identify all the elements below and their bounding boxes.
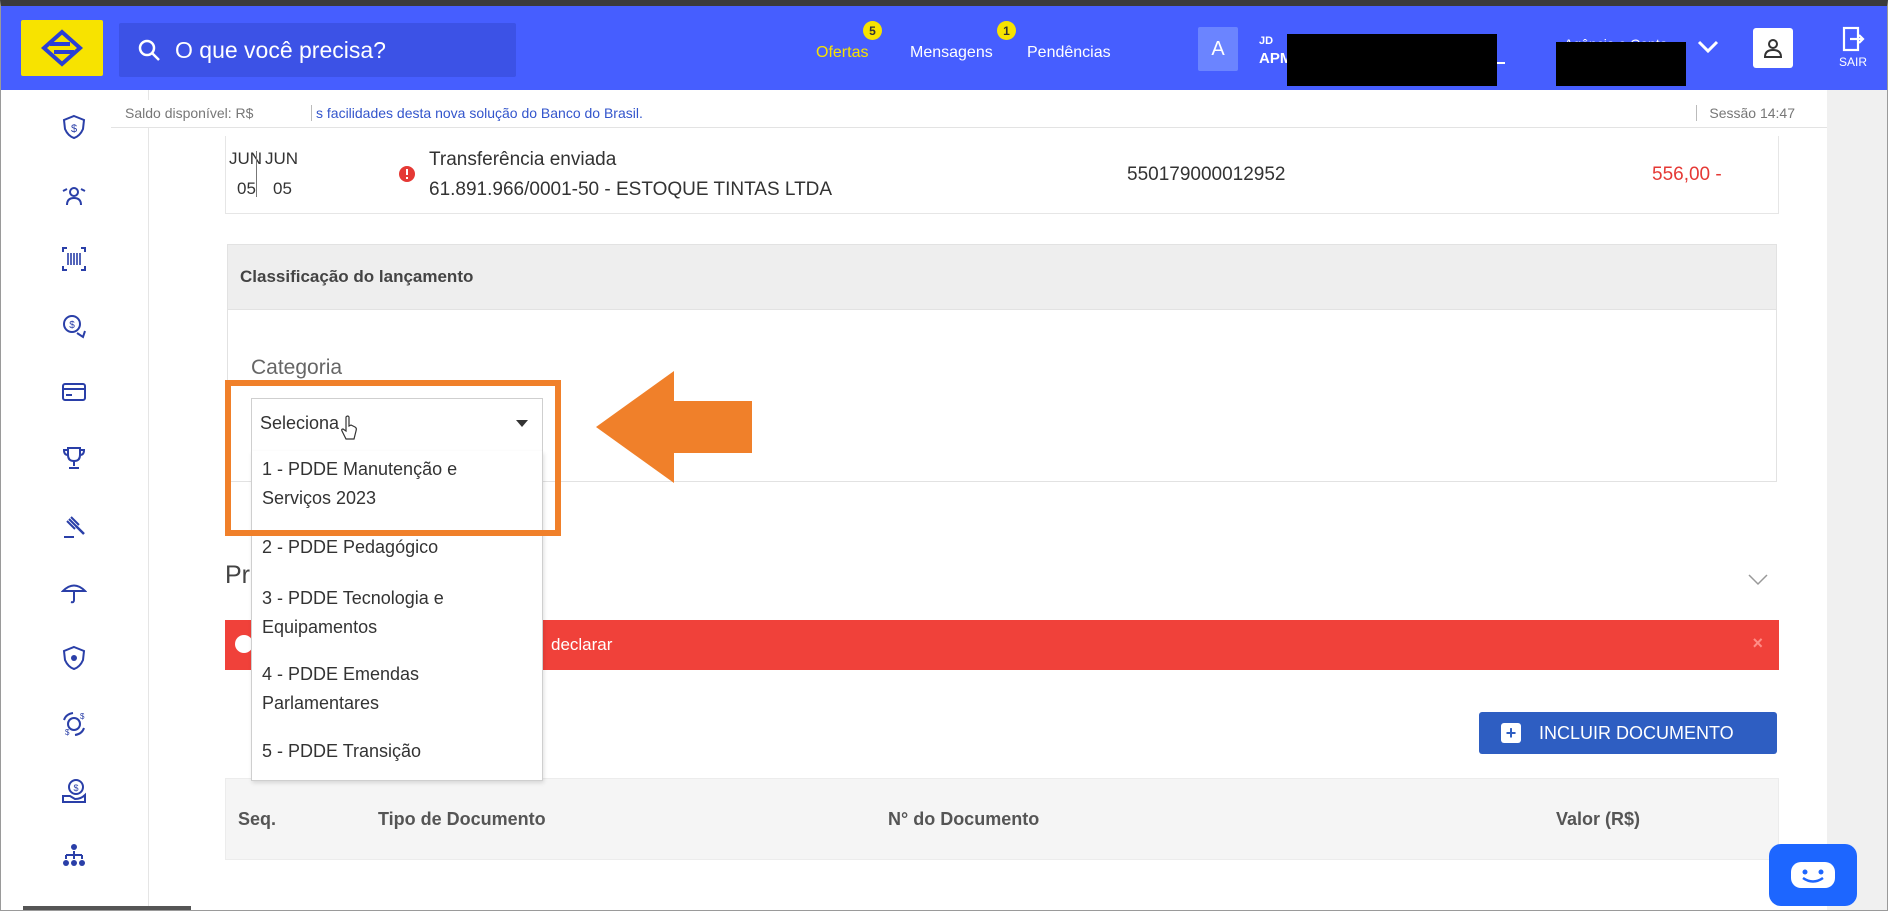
transfer-icon[interactable] bbox=[61, 183, 87, 209]
loan-icon[interactable]: $ bbox=[61, 778, 87, 804]
transaction-id: 550179000012952 bbox=[1127, 164, 1286, 185]
chevron-down-icon[interactable] bbox=[1748, 574, 1768, 586]
exit-icon bbox=[1842, 26, 1865, 52]
user-icon bbox=[1763, 39, 1783, 58]
search-placeholder: O que você precisa? bbox=[175, 36, 386, 63]
alert-text: declarar bbox=[551, 635, 613, 654]
option-line: 2 - PDDE Pedagógico bbox=[262, 537, 439, 557]
col-value: Valor (R$) bbox=[1556, 809, 1641, 829]
add-document-button[interactable]: + INCLUIR DOCUMENTO bbox=[1479, 712, 1777, 754]
saldo-label: Saldo disponível: R$ bbox=[125, 105, 254, 121]
transaction-title: Transferência enviada bbox=[429, 149, 617, 170]
chat-assistant-button[interactable] bbox=[1769, 844, 1857, 906]
section-title: Pr bbox=[225, 561, 250, 589]
exchange-icon[interactable]: $$ bbox=[61, 711, 87, 737]
date-separator bbox=[256, 151, 257, 197]
trophy-icon[interactable] bbox=[61, 445, 87, 471]
window-frame: O que você precisa? 5 Ofertas 1 Mensagen… bbox=[0, 0, 1888, 911]
option-line: Parlamentares bbox=[262, 693, 380, 713]
smile-icon bbox=[1791, 862, 1835, 888]
shield-dollar-icon[interactable]: $ bbox=[61, 114, 87, 140]
option-line: 4 - PDDE Emendas bbox=[262, 664, 420, 684]
nav-mensagens[interactable]: Mensagens bbox=[910, 44, 993, 62]
svg-text:$: $ bbox=[65, 728, 70, 737]
orange-arrow-icon bbox=[596, 371, 752, 483]
session-timer: Sessão 14:47 bbox=[1696, 105, 1795, 121]
plus-icon: + bbox=[1501, 723, 1521, 743]
profile-button[interactable] bbox=[1753, 28, 1793, 68]
category-option[interactable]: 4 - PDDE Emendas Parlamentares bbox=[262, 660, 419, 718]
ofertas-badge: 5 bbox=[863, 21, 882, 40]
category-option[interactable]: 3 - PDDE Tecnologia e Equipamentos bbox=[262, 584, 444, 642]
horizontal-scrollbar[interactable] bbox=[23, 906, 191, 910]
date-day-1: 05 bbox=[237, 179, 256, 198]
col-doc-number: N° do Documento bbox=[888, 809, 1040, 829]
svg-text:$: $ bbox=[80, 712, 85, 721]
search-box[interactable]: O que você precisa? bbox=[119, 23, 516, 77]
col-seq: Seq. bbox=[238, 809, 277, 829]
classification-header: Classificação do lançamento bbox=[227, 244, 1777, 310]
user-initials: JD bbox=[1259, 35, 1274, 47]
exit-button[interactable]: SAIR bbox=[1835, 26, 1871, 69]
umbrella-icon[interactable] bbox=[61, 579, 87, 605]
highlight-box bbox=[225, 380, 561, 536]
nav-pendencias[interactable]: Pendências bbox=[1027, 44, 1111, 62]
svg-text:$: $ bbox=[71, 123, 77, 135]
bank-logo[interactable] bbox=[21, 20, 103, 76]
investment-icon[interactable]: $ bbox=[61, 313, 87, 339]
option-line: 3 - PDDE Tecnologia e bbox=[262, 588, 444, 608]
transaction-payee: 61.891.966/0001-50 - ESTOQUE TINTAS LTDA bbox=[429, 179, 833, 200]
documents-table-header: Seq. Tipo de Documento N° do Documento V… bbox=[225, 778, 1779, 860]
bank-logo-icon bbox=[40, 29, 84, 67]
dash bbox=[1497, 62, 1505, 64]
chevron-down-icon[interactable] bbox=[1697, 39, 1719, 55]
right-gutter bbox=[1827, 90, 1887, 910]
col-doc-type: Tipo de Documento bbox=[378, 809, 546, 829]
category-option[interactable]: 5 - PDDE Transição bbox=[262, 737, 421, 766]
category-option[interactable]: 2 - PDDE Pedagógico bbox=[262, 533, 438, 562]
barcode-icon[interactable] bbox=[61, 246, 87, 272]
add-document-label: INCLUIR DOCUMENTO bbox=[1539, 722, 1734, 743]
news-ticker[interactable]: s facilidades desta nova solução do Banc… bbox=[311, 105, 643, 121]
option-line: 5 - PDDE Transição bbox=[262, 741, 422, 761]
mensagens-badge: 1 bbox=[997, 21, 1016, 40]
search-icon bbox=[138, 39, 160, 61]
account-avatar[interactable]: A bbox=[1198, 27, 1238, 71]
option-line: Equipamentos bbox=[262, 617, 378, 637]
date-day-2: 05 bbox=[273, 179, 292, 198]
card-icon[interactable] bbox=[61, 379, 87, 405]
redacted-user bbox=[1287, 34, 1497, 86]
date-month-2: JUN bbox=[265, 149, 299, 168]
close-icon[interactable]: × bbox=[1752, 633, 1763, 654]
auction-icon[interactable] bbox=[61, 513, 87, 539]
transaction-value: 556,00 - bbox=[1652, 164, 1722, 185]
classification-title: Classificação do lançamento bbox=[240, 267, 474, 286]
svg-text:$: $ bbox=[69, 320, 75, 331]
top-bar: O que você precisa? 5 Ofertas 1 Mensagen… bbox=[1, 6, 1887, 90]
svg-text:$: $ bbox=[73, 783, 78, 793]
transaction-card[interactable] bbox=[225, 136, 1779, 214]
security-icon[interactable] bbox=[61, 645, 87, 671]
date-month-1: JUN bbox=[229, 149, 263, 168]
alert-icon bbox=[399, 166, 415, 182]
org-chart-icon[interactable] bbox=[61, 843, 87, 869]
redacted-account bbox=[1556, 42, 1686, 86]
info-strip: Saldo disponível: R$ s facilidades desta… bbox=[111, 100, 1827, 128]
nav-ofertas[interactable]: Ofertas bbox=[816, 44, 868, 62]
exit-label: SAIR bbox=[1838, 55, 1867, 69]
category-label: Categoria bbox=[251, 356, 343, 379]
